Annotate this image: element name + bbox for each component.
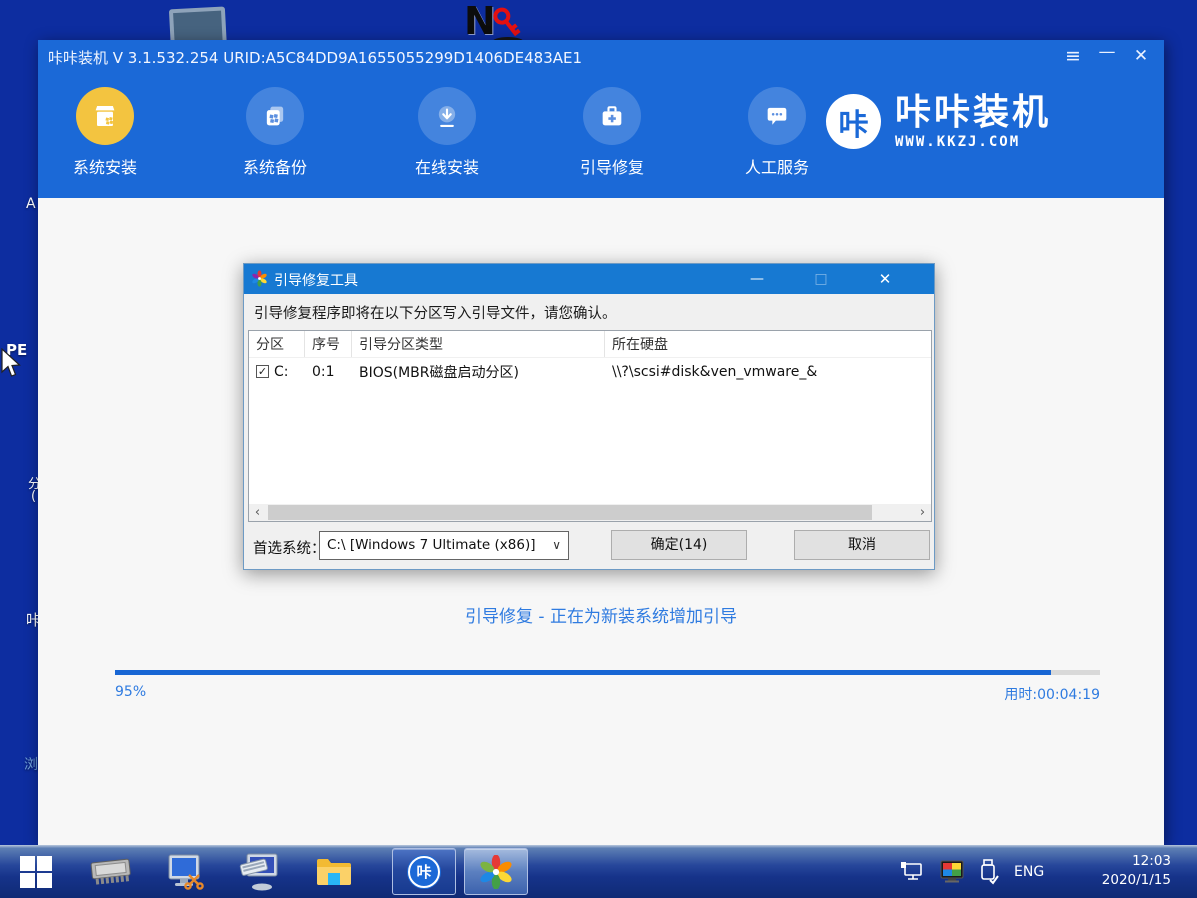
listview-header: 分区 序号 引导分区类型 所在硬盘: [249, 331, 931, 358]
pinwheel-icon: [480, 854, 512, 889]
nav-boot-repair[interactable]: 引导修复: [550, 87, 674, 178]
start-button[interactable]: [10, 845, 62, 898]
taskbar-display-tool-icon[interactable]: [158, 845, 214, 898]
repair-kit-icon: [583, 87, 641, 145]
brand-logo: 咔 咔咔装机 WWW.KKZJ.COM: [826, 94, 1051, 150]
taskbar-clock[interactable]: 12:03 2020/1/15: [1051, 852, 1171, 890]
taskbar-file-explorer-icon[interactable]: [308, 845, 360, 898]
nav-system-backup[interactable]: 系统备份: [213, 87, 337, 178]
column-header[interactable]: 分区: [249, 331, 305, 357]
progress-section: 95% 用时:00:04:19: [115, 670, 1100, 704]
ok-button[interactable]: 确定(14): [611, 530, 747, 560]
horizontal-scrollbar[interactable]: ‹ ›: [249, 504, 931, 521]
nav-label: 系统备份: [242, 158, 307, 177]
nav-label: 人工服务: [744, 158, 809, 177]
close-button[interactable]: ✕: [1126, 40, 1156, 72]
kaka-badge-icon: 咔: [826, 94, 881, 150]
partition-disk: \\?\scsi#disk&ven_vmware_&: [612, 363, 818, 380]
pinwheel-icon: [252, 270, 267, 287]
download-icon: [418, 87, 476, 145]
mouse-cursor: [1, 348, 21, 377]
progress-bar: [115, 670, 1100, 675]
display-color-tray-icon[interactable]: [938, 845, 966, 898]
usb-tray-icon[interactable]: [978, 845, 1000, 898]
partition-name: C:: [274, 363, 289, 380]
desktop-computer-icon[interactable]: [150, 0, 242, 50]
scroll-left-icon[interactable]: ‹: [249, 504, 266, 521]
dialog-minimize-button[interactable]: —: [740, 264, 774, 294]
partition-listview: 分区 序号 引导分区类型 所在硬盘 ✓ C: 0:1 BIOS(MBR磁盘启动分…: [248, 330, 932, 522]
dialog-maximize-button[interactable]: □: [804, 264, 838, 294]
taskbar-keyboard-pc-icon[interactable]: [232, 845, 290, 898]
preferred-system-select[interactable]: C:\ [Windows 7 Ultimate (x86)] ∨: [319, 531, 569, 560]
chat-bubble-icon: [748, 87, 806, 145]
language-indicator[interactable]: ENG: [1014, 845, 1044, 898]
nav-label: 系统安装: [72, 158, 137, 177]
backup-copies-icon: [246, 87, 304, 145]
minimize-button[interactable]: —: [1092, 40, 1122, 72]
scrollbar-thumb[interactable]: [268, 505, 872, 520]
app-titlebar[interactable]: 咔咔装机 V 3.1.532.254 URID:A5C84DD9A1655055…: [38, 40, 1164, 72]
clock-date: 2020/1/15: [1101, 872, 1171, 888]
elapsed-time: 用时:00:04:19: [1004, 687, 1100, 703]
column-header[interactable]: 引导分区类型: [352, 331, 605, 357]
nav-label: 在线安装: [414, 158, 479, 177]
app-title: 咔咔装机 V 3.1.532.254 URID:A5C84DD9A1655055…: [48, 49, 583, 67]
nav-human-service[interactable]: 人工服务: [715, 87, 839, 178]
partition-row[interactable]: ✓ C: 0:1 BIOS(MBR磁盘启动分区) \\?\scsi#disk&v…: [249, 358, 931, 385]
nav-system-install[interactable]: 系统安装: [43, 87, 167, 178]
nav-header: 系统安装 系统备份 在线安装 引导修复 人工服务 咔 咔咔装机 WWW.KKZJ…: [38, 72, 1164, 198]
partition-index: 0:1: [312, 363, 335, 380]
nav-online-install[interactable]: 在线安装: [385, 87, 509, 178]
dialog-titlebar[interactable]: 引导修复工具 — □ ✕: [244, 264, 934, 294]
dialog-close-button[interactable]: ✕: [868, 264, 902, 294]
chevron-down-icon: ∨: [552, 538, 561, 552]
desktop-label-fragment: (: [31, 489, 37, 504]
windows-logo-icon: [20, 855, 52, 888]
preferred-system-label: 首选系统：: [253, 541, 326, 557]
dialog-message: 引导修复程序即将在以下分区写入引导文件，请您确认。: [254, 306, 617, 322]
scroll-right-icon[interactable]: ›: [914, 504, 931, 521]
dialog-bottom-bar: 首选系统： C:\ [Windows 7 Ultimate (x86)] ∨ 确…: [244, 522, 934, 570]
cancel-button[interactable]: 取消: [794, 530, 930, 560]
taskbar: 咔 ENG 12:03 2020/1/15: [0, 845, 1197, 898]
partition-type: BIOS(MBR磁盘启动分区): [359, 364, 519, 381]
partition-checkbox[interactable]: ✓: [256, 365, 269, 378]
kaka-badge-icon: 咔: [408, 855, 440, 888]
column-header[interactable]: 序号: [305, 331, 352, 357]
network-tray-icon[interactable]: [898, 845, 926, 898]
clock-time: 12:03: [1132, 853, 1171, 869]
boot-repair-dialog: 引导修复工具 — □ ✕ 引导修复程序即将在以下分区写入引导文件，请您确认。 分…: [243, 263, 935, 570]
desktop: N A PE 分 ( 咔 浏 咔咔装机 V 3.1.532.254 URID:A…: [0, 0, 1197, 898]
progress-percent: 95%: [115, 684, 147, 700]
taskbar-ramdisk-icon[interactable]: [82, 845, 140, 898]
desktop-label-fragment: 浏: [24, 757, 38, 773]
desktop-label-fragment: A: [26, 196, 36, 212]
taskbar-boot-repair-button[interactable]: [464, 848, 528, 895]
progress-fill: [115, 670, 1051, 675]
dialog-title: 引导修复工具: [274, 273, 358, 289]
install-box-icon: [76, 87, 134, 145]
column-header[interactable]: 所在硬盘: [605, 331, 931, 357]
menu-icon[interactable]: ≡: [1058, 40, 1088, 72]
taskbar-kaka-app-button[interactable]: 咔: [392, 848, 456, 895]
preferred-system-value: C:\ [Windows 7 Ultimate (x86)]: [327, 537, 536, 553]
brand-site: WWW.KKZJ.COM: [895, 133, 1021, 150]
nav-label: 引导修复: [579, 158, 644, 177]
brand-name: 咔咔装机: [895, 92, 1052, 133]
status-text: 引导修复 - 正在为新装系统增加引导: [465, 607, 737, 627]
